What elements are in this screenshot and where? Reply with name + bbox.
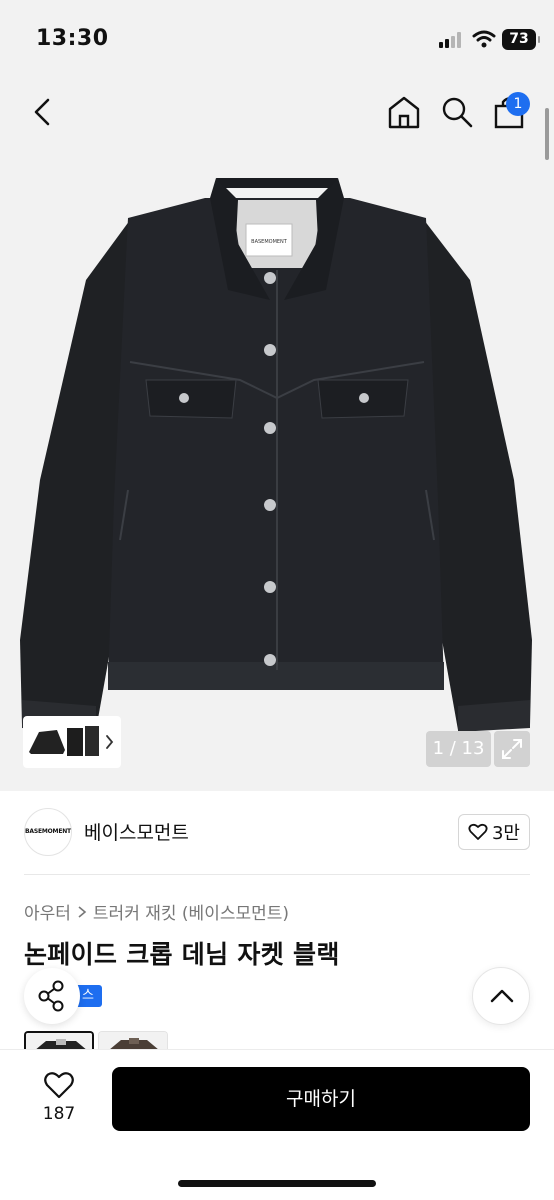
product-title: 논페이드 크롭 데님 자켓 블랙 <box>24 940 340 969</box>
breadcrumb-subcategory[interactable]: 트러커 재킷 (베이스모먼트) <box>93 899 289 924</box>
color-swatch-black[interactable] <box>24 1031 94 1049</box>
thumbnail-images <box>29 726 114 756</box>
image-counter: 1 / 13 <box>426 731 491 767</box>
cellular-signal-icon <box>439 32 465 48</box>
chevron-right-icon <box>78 905 87 918</box>
breadcrumb: 아우터 트러커 재킷 (베이스모먼트) <box>24 899 289 924</box>
status-bar: 13:30 73 <box>0 0 554 80</box>
brand-like-count: 3만 <box>491 823 520 844</box>
battery-indicator: 73 <box>502 29 540 50</box>
chevron-left-icon[interactable] <box>26 94 60 130</box>
scrollbar[interactable] <box>545 108 549 160</box>
jacket-photo: BASEMOMENT <box>20 178 532 732</box>
wifi-icon <box>472 30 496 48</box>
wish-button[interactable]: 187 <box>28 1066 90 1130</box>
status-time: 13:30 <box>36 26 109 51</box>
expand-icon[interactable] <box>494 731 530 767</box>
wish-count: 187 <box>42 1104 76 1124</box>
heart-icon <box>468 823 488 840</box>
thumbnail-strip[interactable] <box>23 716 121 768</box>
brand-logo[interactable]: BASEMOMENT <box>24 808 72 856</box>
svg-text:BASEMOMENT: BASEMOMENT <box>251 239 288 245</box>
scroll-top-button[interactable] <box>472 967 530 1025</box>
share-icon <box>38 980 64 1012</box>
home-indicator <box>178 1180 376 1187</box>
swatch-image <box>26 1033 92 1049</box>
product-image[interactable]: BASEMOMENT <box>0 80 554 791</box>
search-icon[interactable] <box>440 94 474 130</box>
share-button[interactable] <box>24 968 80 1024</box>
brand-like-button[interactable]: 3만 <box>458 814 530 850</box>
buy-button[interactable]: 구매하기 <box>112 1067 530 1131</box>
divider <box>24 874 530 875</box>
brand-name[interactable]: 베이스모먼트 <box>84 818 189 845</box>
breadcrumb-category[interactable]: 아우터 <box>24 899 71 924</box>
cart-badge: 1 <box>506 92 530 116</box>
chevron-up-icon <box>490 989 514 1003</box>
heart-icon <box>44 1072 74 1099</box>
home-icon[interactable] <box>386 94 422 130</box>
color-swatch-alt[interactable] <box>98 1031 168 1049</box>
swatch-image <box>99 1032 167 1049</box>
